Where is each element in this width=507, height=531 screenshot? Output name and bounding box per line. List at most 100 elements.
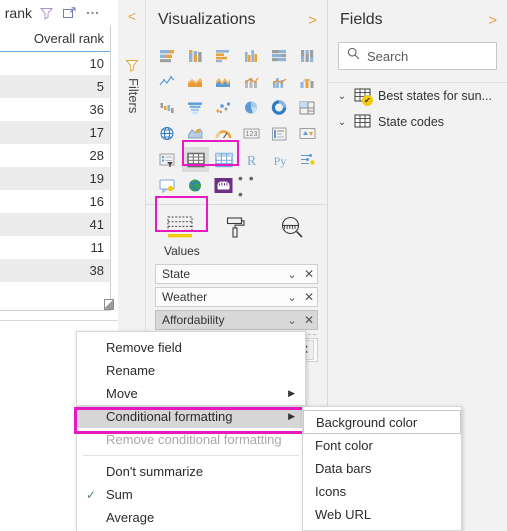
clustered-column-chart-icon[interactable]	[238, 43, 265, 68]
submenu-item-label: Icons	[315, 484, 347, 499]
gauge-icon[interactable]	[210, 121, 237, 146]
tab-fields[interactable]	[160, 211, 200, 245]
menu-item-conditional-formatting[interactable]: Conditional formatting ▶	[77, 405, 305, 428]
field-table-best-states[interactable]: ⌄ ✔ Best states for sun...	[328, 83, 507, 109]
field-well-affordability[interactable]: Affordability ⌄ ✕	[155, 310, 318, 330]
power-bi-screenshot: Overall rank Overall rank 10 5	[0, 0, 507, 531]
remove-field-icon[interactable]: ✕	[301, 267, 317, 281]
filter-icon[interactable]	[39, 6, 55, 21]
line-clustered-column-icon[interactable]	[266, 69, 293, 94]
table-row[interactable]: 28	[0, 144, 110, 167]
field-well-state[interactable]: State ⌄ ✕	[155, 264, 318, 284]
more-options-icon[interactable]	[85, 6, 101, 21]
kpi-icon[interactable]	[294, 121, 321, 146]
table-column-header[interactable]: Overall rank	[0, 26, 110, 52]
pie-chart-icon[interactable]	[238, 95, 265, 120]
stacked-column-chart-icon[interactable]	[182, 43, 209, 68]
table-row[interactable]: 16	[0, 190, 110, 213]
slicer-icon[interactable]	[154, 147, 181, 172]
tab-format[interactable]	[216, 211, 256, 245]
hundred-percent-stacked-bar-icon[interactable]	[266, 43, 293, 68]
scatter-chart-icon[interactable]	[210, 95, 237, 120]
paginated-report-icon[interactable]	[210, 173, 237, 198]
treemap-icon[interactable]	[294, 95, 321, 120]
submenu-arrow-icon: ▶	[288, 411, 295, 421]
arcgis-map-icon[interactable]	[182, 173, 209, 198]
chevron-down-icon[interactable]: ⌄	[283, 314, 301, 327]
clustered-bar-chart-icon[interactable]	[210, 43, 237, 68]
svg-text:R: R	[247, 154, 257, 168]
visualizations-expand-chevron-icon[interactable]: >	[308, 13, 317, 28]
submenu-item-web-url[interactable]: Web URL	[303, 503, 461, 526]
search-icon	[347, 47, 360, 65]
menu-item-label: Sum	[106, 487, 133, 502]
line-chart-icon[interactable]	[154, 69, 181, 94]
table-row[interactable]: 11	[0, 236, 110, 259]
card-icon[interactable]: 123	[238, 121, 265, 146]
fields-header: Fields >	[328, 0, 507, 40]
field-well-weather[interactable]: Weather ⌄ ✕	[155, 287, 318, 307]
menu-item-remove-field[interactable]: Remove field	[77, 336, 305, 359]
field-well-label: Affordability	[162, 313, 225, 327]
table-row[interactable]: 41	[0, 213, 110, 236]
submenu-item-icons[interactable]: Icons	[303, 480, 461, 503]
table-icon[interactable]	[182, 147, 209, 172]
chevron-down-icon[interactable]: ⌄	[336, 117, 348, 128]
remove-field-icon[interactable]: ✕	[301, 290, 317, 304]
chevron-down-icon[interactable]: ⌄	[336, 91, 348, 102]
hundred-percent-stacked-column-icon[interactable]	[294, 43, 321, 68]
submenu-arrow-icon: ▶	[288, 388, 295, 398]
chevron-down-icon[interactable]: ⌄	[283, 268, 301, 281]
visualization-type-grid: 123 R Py • • •	[146, 40, 327, 202]
tab-analytics[interactable]	[272, 211, 312, 245]
table-visual[interactable]: Overall rank 10 5 36 17 28 19 16 41 11 3…	[0, 26, 110, 308]
filters-expand-chevron-icon[interactable]: <	[124, 8, 140, 24]
table-row[interactable]: 5	[0, 75, 110, 98]
donut-chart-icon[interactable]	[266, 95, 293, 120]
python-visual-icon[interactable]: Py	[266, 147, 293, 172]
table-row[interactable]: 38	[0, 259, 110, 282]
chevron-down-icon[interactable]: ⌄	[283, 291, 301, 304]
table-row[interactable]: 36	[0, 98, 110, 121]
qna-visual-icon[interactable]	[154, 173, 181, 198]
remove-field-icon[interactable]: ✕	[301, 313, 317, 327]
filled-map-icon[interactable]	[182, 121, 209, 146]
menu-item-move[interactable]: Move ▶	[77, 382, 305, 405]
ribbon-chart-icon[interactable]	[294, 69, 321, 94]
r-script-visual-icon[interactable]: R	[238, 147, 265, 172]
table-body: 10 5 36 17 28 19 16 41 11 38	[0, 52, 110, 282]
menu-item-average[interactable]: Average	[77, 506, 305, 529]
table-field-icon	[354, 114, 372, 130]
visual-title: Overall rank	[2, 5, 32, 21]
matrix-icon[interactable]	[210, 147, 237, 172]
multi-row-card-icon[interactable]	[266, 121, 293, 146]
submenu-item-font-color[interactable]: Font color	[303, 434, 461, 457]
submenu-item-label: Data bars	[315, 461, 372, 476]
table-row[interactable]: 19	[0, 167, 110, 190]
canvas-divider	[0, 320, 118, 321]
checkmark-icon: ✓	[86, 487, 97, 502]
area-chart-icon[interactable]	[182, 69, 209, 94]
waterfall-chart-icon[interactable]	[154, 95, 181, 120]
table-row[interactable]: 10	[0, 52, 110, 75]
stacked-bar-chart-icon[interactable]	[154, 43, 181, 68]
submenu-item-data-bars[interactable]: Data bars	[303, 457, 461, 480]
fields-expand-chevron-icon[interactable]: >	[488, 13, 497, 28]
stacked-area-chart-icon[interactable]	[210, 69, 237, 94]
menu-item-remove-conditional-formatting: Remove conditional formatting	[77, 428, 305, 451]
values-tab-label: Values	[164, 244, 200, 258]
menu-item-sum[interactable]: ✓ Sum	[77, 483, 305, 506]
focus-mode-icon[interactable]	[62, 6, 78, 21]
map-icon[interactable]	[154, 121, 181, 146]
key-influencers-icon[interactable]	[294, 147, 321, 172]
menu-item-rename[interactable]: Rename	[77, 359, 305, 382]
search-input[interactable]: Search	[338, 42, 497, 70]
table-row[interactable]: 17	[0, 121, 110, 144]
line-stacked-column-icon[interactable]	[238, 69, 265, 94]
funnel-chart-icon[interactable]	[182, 95, 209, 120]
more-visuals-icon[interactable]: • • •	[238, 170, 265, 202]
visual-resize-handle[interactable]	[104, 299, 114, 310]
menu-item-dont-summarize[interactable]: Don't summarize	[77, 460, 305, 483]
field-table-state-codes[interactable]: ⌄ State codes	[328, 109, 507, 135]
submenu-item-background-color[interactable]: Background color	[303, 410, 461, 434]
